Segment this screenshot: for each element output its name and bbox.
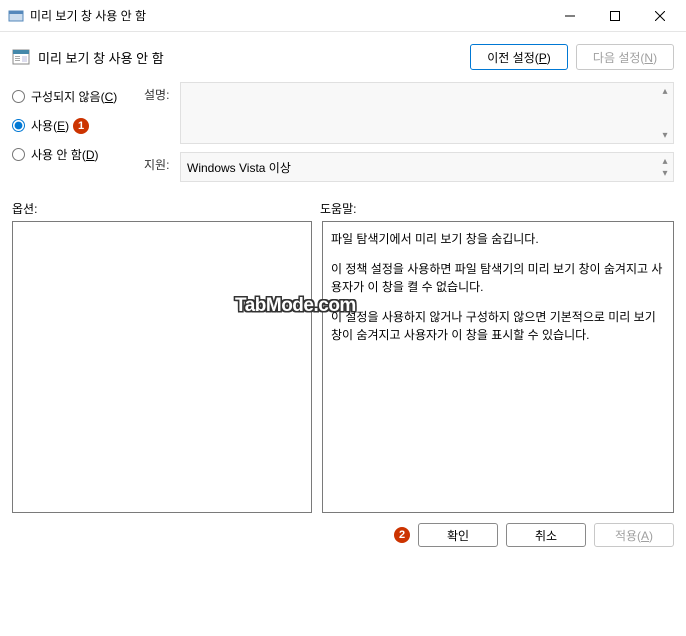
radio-enabled-label: 사용(E) (31, 117, 69, 134)
bottom-button-row: 2 확인 취소 적용(A) (12, 523, 674, 547)
options-panel (12, 221, 312, 513)
policy-icon (12, 48, 30, 66)
scroll-down-icon[interactable]: ▾ (659, 129, 671, 141)
scroll-up-icon-2[interactable]: ▴ (659, 155, 671, 167)
support-field: Windows Vista 이상 ▴ ▾ (180, 152, 674, 182)
window-title: 미리 보기 창 사용 안 함 (30, 7, 547, 24)
radio-not-configured[interactable]: 구성되지 않음(C) (12, 88, 132, 105)
annotation-badge-2: 2 (394, 527, 410, 543)
radio-disabled-label: 사용 안 함(D) (31, 146, 99, 163)
scroll-down-icon-2[interactable]: ▾ (659, 167, 671, 179)
apply-button[interactable]: 적용(A) (594, 523, 674, 547)
help-paragraph-1: 파일 탐색기에서 미리 보기 창을 숨깁니다. (331, 230, 665, 248)
page-title: 미리 보기 창 사용 안 함 (38, 48, 470, 67)
close-button[interactable] (637, 1, 682, 31)
header-row: 미리 보기 창 사용 안 함 이전 설정(P) 다음 설정(N) (12, 44, 674, 70)
annotation-badge-1: 1 (73, 118, 89, 134)
radio-enabled-input[interactable] (12, 119, 25, 132)
help-panel-label: 도움말: (320, 200, 356, 217)
ok-button[interactable]: 확인 (418, 523, 498, 547)
minimize-button[interactable] (547, 1, 592, 31)
radio-enabled[interactable]: 사용(E) 1 (12, 117, 132, 134)
app-icon (8, 8, 24, 24)
description-label: 설명: (144, 82, 180, 144)
next-setting-button[interactable]: 다음 설정(N) (576, 44, 674, 70)
cancel-button[interactable]: 취소 (506, 523, 586, 547)
help-paragraph-3: 이 설정을 사용하지 않거나 구성하지 않으면 기본적으로 미리 보기 창이 숨… (331, 308, 665, 344)
maximize-button[interactable] (592, 1, 637, 31)
description-field[interactable]: ▴ ▾ (180, 82, 674, 144)
radio-disabled-input[interactable] (12, 148, 25, 161)
help-paragraph-2: 이 정책 설정을 사용하면 파일 탐색기의 미리 보기 창이 숨겨지고 사용자가… (331, 260, 665, 296)
window-controls (547, 1, 682, 31)
radio-disabled[interactable]: 사용 안 함(D) (12, 146, 132, 163)
radio-group: 구성되지 않음(C) 사용(E) 1 사용 안 함(D) (12, 82, 132, 190)
radio-not-configured-label: 구성되지 않음(C) (31, 88, 117, 105)
radio-not-configured-input[interactable] (12, 90, 25, 103)
titlebar: 미리 보기 창 사용 안 함 (0, 0, 686, 32)
help-panel: 파일 탐색기에서 미리 보기 창을 숨깁니다. 이 정책 설정을 사용하면 파일… (322, 221, 674, 513)
support-text: Windows Vista 이상 (187, 159, 291, 176)
scroll-up-icon[interactable]: ▴ (659, 85, 671, 97)
options-panel-label: 옵션: (12, 200, 320, 217)
prev-setting-button[interactable]: 이전 설정(P) (470, 44, 568, 70)
support-label: 지원: (144, 152, 180, 182)
